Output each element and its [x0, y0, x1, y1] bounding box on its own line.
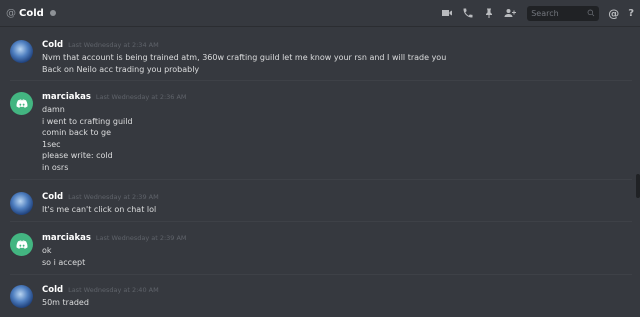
timestamp: Last Wednesday at 2:39 AM [95, 234, 187, 242]
search-input[interactable]: Search [527, 5, 600, 21]
message-line: 1sec [42, 139, 61, 149]
video-call-icon[interactable] [441, 7, 453, 19]
user-avatar[interactable] [10, 192, 33, 215]
message-divider [10, 80, 632, 81]
discord-logo-icon [15, 98, 28, 108]
message-meta: Cold Last Wednesday at 2:34 AM [42, 40, 159, 50]
message-line: Back on Neilo acc trading you probably [42, 64, 200, 74]
chat-header: @ Cold Search @ ? [0, 0, 640, 27]
voice-call-icon[interactable] [462, 7, 474, 19]
timestamp: Last Wednesday at 2:39 AM [68, 193, 159, 201]
author-name[interactable]: Cold [42, 40, 63, 50]
message-body: Nvm that account is being trained atm, 3… [42, 52, 446, 75]
message-line: so i accept [42, 257, 86, 267]
header-toolbar: Search @ ? [441, 5, 634, 21]
message-line: please write: cold [42, 151, 113, 160]
message-divider [10, 221, 632, 222]
author-name[interactable]: marciakas [42, 92, 91, 102]
status-indicator [49, 10, 56, 16]
message-body: 50m traded [42, 297, 89, 309]
user-avatar[interactable] [10, 285, 33, 308]
dm-title: @ Cold [6, 8, 56, 19]
help-icon[interactable]: ? [628, 8, 634, 19]
discord-logo-icon [15, 239, 28, 249]
search-icon [587, 9, 595, 17]
scrollbar-thumb[interactable] [636, 174, 640, 198]
author-name[interactable]: Cold [42, 192, 63, 202]
message-body: It's me can't click on chat lol [42, 204, 156, 216]
user-avatar[interactable] [10, 92, 33, 115]
message-divider [10, 179, 632, 180]
search-placeholder: Search [531, 8, 559, 18]
message-meta: marciakas Last Wednesday at 2:39 AM [42, 233, 187, 243]
message-meta: Cold Last Wednesday at 2:40 AM [42, 285, 159, 295]
timestamp: Last Wednesday at 2:34 AM [68, 41, 159, 49]
message-line: ok [42, 246, 52, 255]
pin-icon[interactable] [483, 7, 495, 19]
message-meta: marciakas Last Wednesday at 2:36 AM [42, 92, 187, 102]
author-name[interactable]: marciakas [42, 233, 91, 243]
timestamp: Last Wednesday at 2:36 AM [95, 93, 187, 101]
dm-name[interactable]: Cold [19, 8, 44, 19]
message-line: Nvm that account is being trained atm, 3… [42, 53, 447, 62]
message-line: 50m traded [42, 298, 89, 307]
at-icon: @ [6, 7, 16, 19]
timestamp: Last Wednesday at 2:40 AM [68, 286, 159, 294]
add-friend-icon[interactable] [504, 7, 517, 19]
message-body: damn i went to crafting guild comin back… [42, 104, 133, 173]
message-divider [10, 274, 632, 275]
author-name[interactable]: Cold [42, 285, 63, 295]
user-avatar[interactable] [10, 233, 33, 256]
message-body: ok so i accept [42, 245, 85, 268]
message-line: damn [42, 105, 65, 114]
message-meta: Cold Last Wednesday at 2:39 AM [42, 192, 159, 202]
message-line: i went to crafting guild [42, 116, 133, 126]
message-list: Cold Last Wednesday at 2:34 AM Nvm that … [0, 28, 640, 317]
message-line: comin back to ge [42, 128, 112, 137]
message-line: in osrs [42, 162, 69, 172]
user-avatar[interactable] [10, 40, 33, 63]
mentions-icon[interactable]: @ [608, 7, 619, 20]
message-line: It's me can't click on chat lol [42, 205, 157, 214]
